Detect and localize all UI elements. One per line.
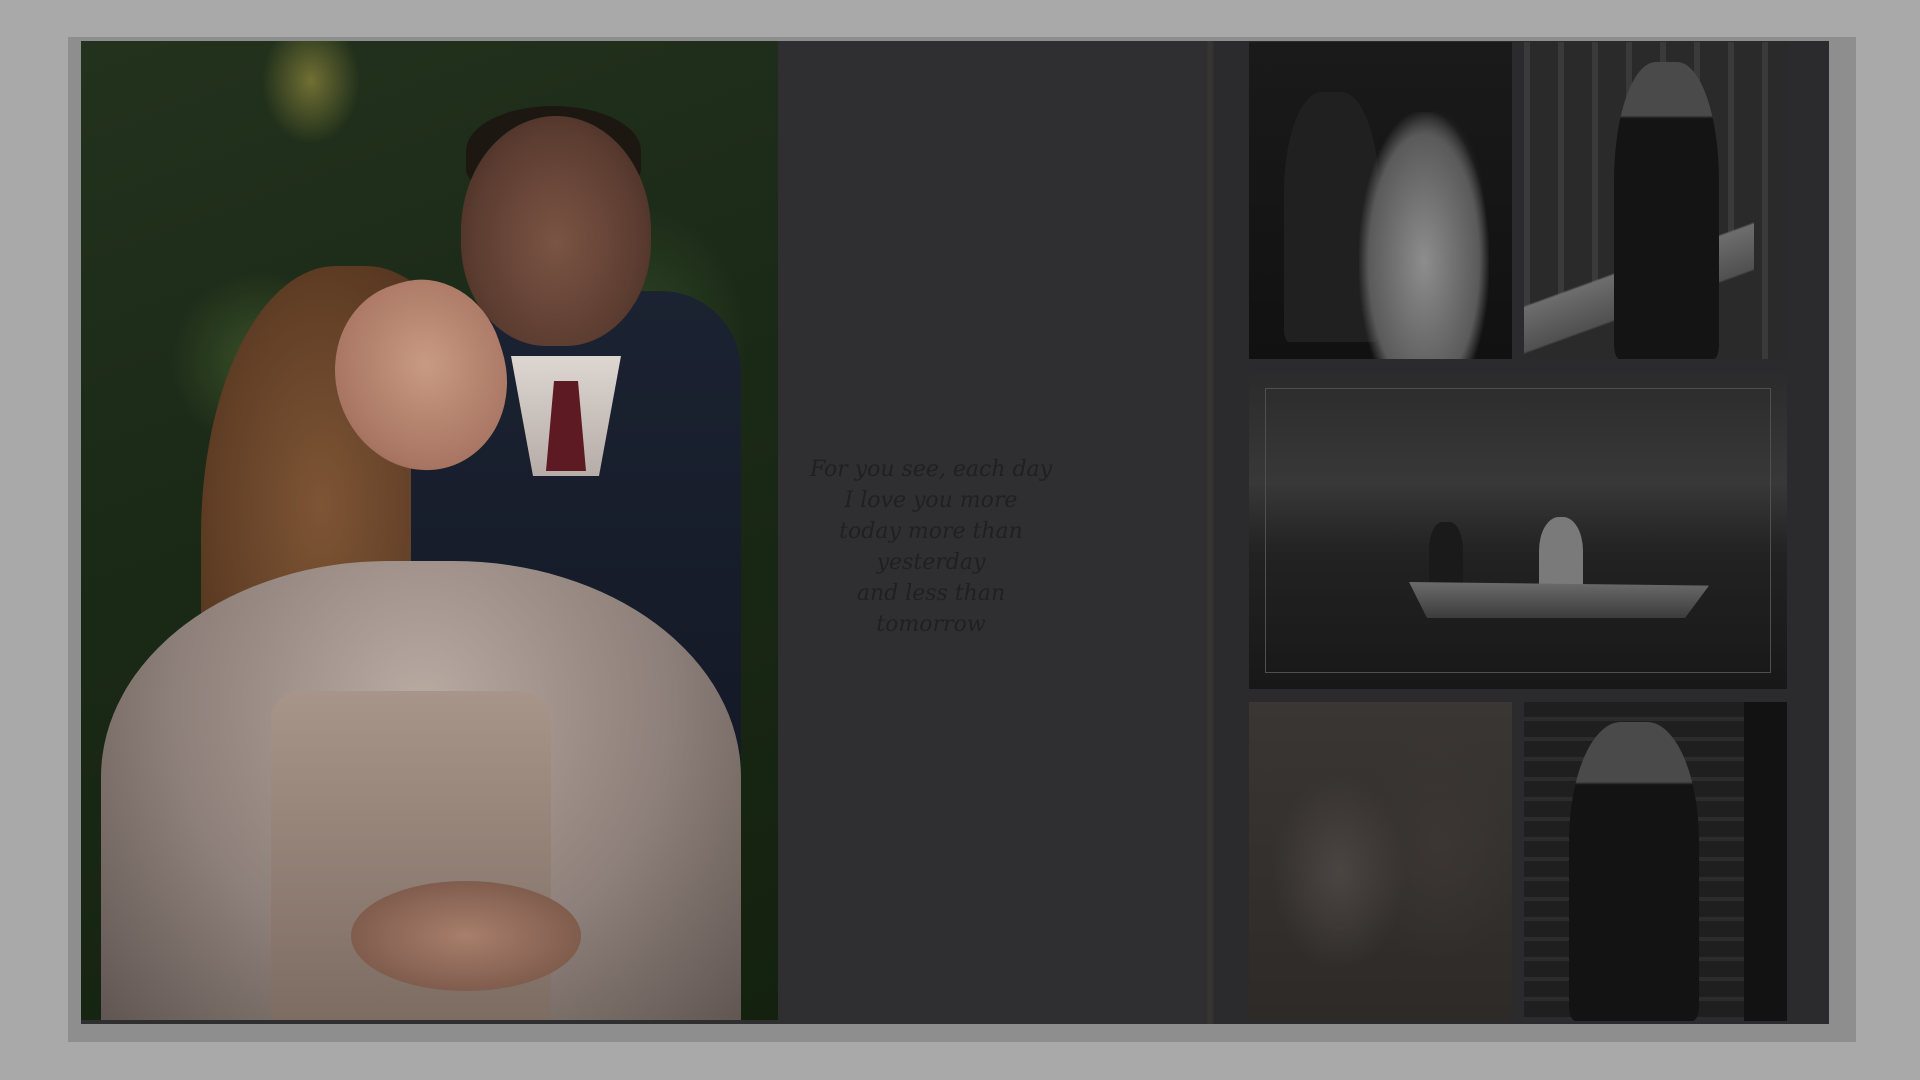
groom-portrait-photo[interactable]	[1524, 702, 1787, 1021]
page-gutter	[1206, 41, 1214, 1024]
couple-closeup-photo[interactable]	[1249, 702, 1512, 1021]
couple-night-photo[interactable]	[1249, 42, 1512, 359]
verse-line: I love you more	[844, 488, 1018, 513]
verse-line: today more than	[839, 519, 1023, 544]
album-spread[interactable]: For you see, each day I love you more to…	[81, 41, 1829, 1024]
photo-inner-border	[1265, 388, 1771, 673]
boat-photo[interactable]	[1249, 372, 1787, 689]
groom-stairs-photo[interactable]	[1524, 42, 1787, 359]
verse-line: tomorrow	[876, 612, 986, 637]
verse-text: For you see, each day I love you more to…	[781, 454, 1081, 640]
main-couple-photo[interactable]	[81, 41, 778, 1020]
verse-line: yesterday	[876, 550, 986, 575]
verse-line: For you see, each day	[809, 457, 1053, 482]
verse-line: and less than	[856, 581, 1006, 606]
